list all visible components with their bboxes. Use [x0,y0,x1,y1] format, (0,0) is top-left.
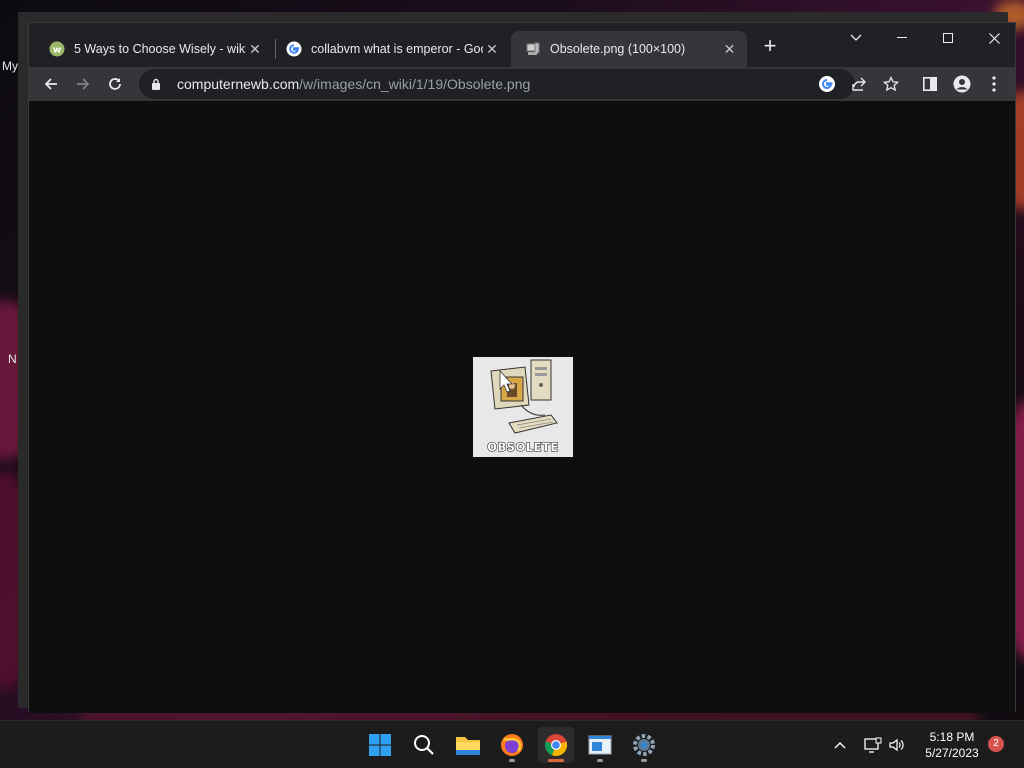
wikihow-icon: w [49,41,65,57]
folder-icon [456,737,480,755]
volume-icon[interactable] [886,721,908,768]
taskbar-search-button[interactable] [406,727,442,763]
tab-title: Obsolete.png (100×100) [550,42,686,56]
menu-kebab-icon[interactable] [980,70,1008,98]
profile-icon[interactable] [948,70,976,98]
tab-search-icon[interactable] [833,25,879,51]
address-bar[interactable]: computernewb.com/w/images/cn_wiki/1/19/O… [139,69,899,99]
image-caption: OBSOLETE [487,440,559,455]
url-host: computernewb.com [177,76,300,92]
desktop-icon-label[interactable]: N [8,352,17,366]
clock-date: 5/27/2023 [925,746,979,760]
svg-text:w: w [53,46,61,56]
close-tab-icon[interactable]: ✕ [722,41,737,57]
forward-button[interactable] [69,70,97,98]
taskbar: 5:18 PM 5/27/2023 [0,720,1024,768]
google-icon [286,41,302,57]
new-tab-button[interactable]: + [759,35,781,58]
browser-window: w 5 Ways to Choose Wisely - wikiH ✕ coll… [28,22,1016,713]
settings-button[interactable] [626,727,662,763]
tab-wikihow[interactable]: w 5 Ways to Choose Wisely - wikiH ✕ [35,31,273,67]
clock[interactable]: 5:18 PM 5/27/2023 [912,729,992,761]
tab-obsolete-image[interactable]: Obsolete.png (100×100) ✕ [511,31,747,67]
file-explorer-button[interactable] [450,727,486,763]
firefox-button[interactable] [494,727,530,763]
clock-time: 5:18 PM [929,730,975,744]
obsolete-image[interactable]: OBSOLETE [473,357,573,457]
google-lens-icon[interactable] [817,74,837,94]
page-content: OBSOLETE [29,101,1015,713]
active-indicator [548,759,564,762]
gear-icon [633,734,655,756]
notification-badge[interactable]: 2 [988,736,1004,752]
window-app-icon [588,735,612,755]
side-panel-icon[interactable] [916,70,944,98]
reload-button[interactable] [101,70,129,98]
obsolete-image-icon [525,41,541,57]
close-tab-icon[interactable]: ✕ [484,41,500,57]
running-indicator [509,759,515,762]
start-button[interactable] [362,727,398,763]
back-button[interactable] [37,70,65,98]
bookmark-star-icon[interactable] [881,74,901,94]
minimize-button[interactable] [879,25,925,51]
network-icon[interactable] [862,721,884,768]
tab-title: collabvm what is emperor - Goo [311,42,483,56]
close-tab-icon[interactable]: ✕ [247,41,263,57]
maximize-button[interactable] [925,25,971,51]
tab-title: 5 Ways to Choose Wisely - wikiH [74,42,246,56]
running-indicator [641,759,647,762]
chrome-icon [544,734,568,756]
show-hidden-icons-chevron-icon[interactable] [830,721,850,768]
firefox-icon [501,734,523,756]
app-window-button[interactable] [582,727,618,763]
desktop-icon-label[interactable]: My [2,59,18,73]
close-window-button[interactable] [971,25,1017,51]
tab-google-search[interactable]: collabvm what is emperor - Goo ✕ [272,31,510,67]
chrome-button[interactable] [538,727,574,763]
tab-strip: w 5 Ways to Choose Wisely - wikiH ✕ coll… [29,23,1015,67]
share-icon[interactable] [849,74,869,94]
search-icon [414,735,434,755]
url-path: /w/images/cn_wiki/1/19/Obsolete.png [299,76,531,92]
lock-icon[interactable] [151,77,165,91]
browser-toolbar: computernewb.com/w/images/cn_wiki/1/19/O… [29,67,1015,101]
running-indicator [597,759,603,762]
windows-start-icon [369,734,391,756]
